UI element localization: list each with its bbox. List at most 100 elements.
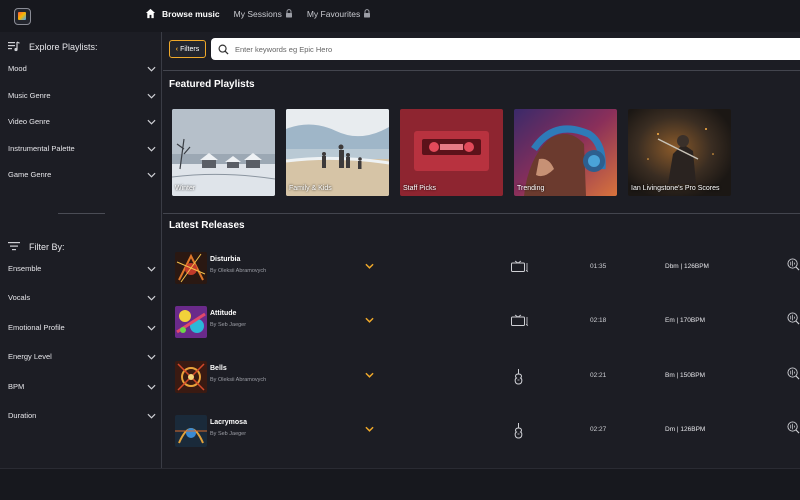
- playlist-card-ian-livingstone[interactable]: Ian Livingstone's Pro Scores: [628, 109, 731, 196]
- track-title[interactable]: Lacrymosa: [210, 419, 247, 426]
- sidebar-item-label: Mood: [8, 64, 27, 73]
- sidebar-item-video-genre[interactable]: Video Genre: [8, 117, 156, 126]
- search-icon: [218, 44, 229, 55]
- filter-icon: [8, 242, 20, 251]
- winter-artwork: [172, 109, 275, 196]
- violin-icon: [514, 369, 523, 385]
- chevron-down-icon: [147, 384, 156, 390]
- track-row[interactable]: Attitude By Seb Jaeger 02:18 Em | 170BPM: [175, 305, 800, 341]
- track-artist[interactable]: By Oleksii Abramovych: [210, 268, 266, 274]
- track-duration: 01:35: [590, 263, 607, 270]
- track-duration: 02:18: [590, 317, 607, 324]
- filters-button[interactable]: ‹ Filters: [169, 40, 206, 58]
- chevron-down-icon: [147, 146, 156, 152]
- chevron-down-icon[interactable]: [365, 372, 374, 378]
- filter-item-label: Energy Level: [8, 352, 52, 361]
- home-icon: [145, 8, 156, 19]
- fantasy-warrior-artwork: [628, 109, 731, 196]
- track-key-bpm: Bm | 150BPM: [665, 372, 705, 379]
- sidebar: Explore Playlists: Mood Music Genre Vide…: [0, 32, 162, 468]
- explore-playlists-heading: Explore Playlists:: [8, 41, 98, 52]
- playlist-card-label: Family & Kids: [289, 185, 332, 192]
- track-title[interactable]: Attitude: [210, 310, 236, 317]
- filter-item-duration[interactable]: Duration: [8, 411, 156, 420]
- playlist-card-label: Winter: [175, 185, 196, 192]
- lock-icon: [364, 9, 371, 18]
- track-artwork: [175, 415, 207, 447]
- track-title[interactable]: Disturbia: [210, 256, 240, 263]
- playlist-card-label: Ian Livingstone's Pro Scores: [631, 185, 720, 192]
- playlist-card-trending[interactable]: Trending: [514, 109, 617, 196]
- chevron-down-icon: [147, 66, 156, 72]
- chevron-down-icon: [147, 295, 156, 301]
- explore-playlists-title: Explore Playlists:: [29, 41, 98, 52]
- filter-item-bpm[interactable]: BPM: [8, 382, 156, 391]
- sidebar-divider: [58, 213, 105, 214]
- nav-browse-music[interactable]: Browse music: [145, 8, 220, 19]
- track-artwork: [175, 252, 207, 284]
- sidebar-item-instrumental-palette[interactable]: Instrumental Palette: [8, 144, 156, 153]
- track-artwork: [175, 306, 207, 338]
- headphones-artwork: [514, 109, 617, 196]
- track-artist[interactable]: By Seb Jaeger: [210, 322, 246, 328]
- playlist-icon: [8, 41, 20, 52]
- nav-browse-music-label: Browse music: [162, 8, 220, 19]
- chevron-down-icon[interactable]: [365, 426, 374, 432]
- similar-search-icon[interactable]: [787, 312, 800, 325]
- playlist-card-staff-picks[interactable]: Staff Picks: [400, 109, 503, 196]
- chevron-down-icon[interactable]: [365, 317, 374, 323]
- playlist-card-family-kids[interactable]: Family & Kids: [286, 109, 389, 196]
- sidebar-item-game-genre[interactable]: Game Genre: [8, 170, 156, 179]
- playlist-card-winter[interactable]: Winter: [172, 109, 275, 196]
- track-artist[interactable]: By Seb Jaeger: [210, 431, 246, 437]
- bottom-bar: [0, 468, 800, 500]
- filter-by-heading: Filter By:: [8, 241, 65, 252]
- filter-by-title: Filter By:: [29, 241, 65, 252]
- cassette-artwork: [400, 109, 503, 196]
- tv-icon: [511, 260, 529, 272]
- track-row[interactable]: Disturbia By Oleksii Abramovych 01:35 Db…: [175, 251, 800, 287]
- filter-item-ensemble[interactable]: Ensemble: [8, 264, 156, 273]
- track-artist[interactable]: By Oleksii Abramovych: [210, 377, 266, 383]
- sidebar-item-label: Video Genre: [8, 117, 50, 126]
- track-row[interactable]: Lacrymosa By Seb Jaeger 02:27 Dm | 126BP…: [175, 414, 800, 450]
- nav-my-sessions[interactable]: My Sessions: [234, 9, 293, 19]
- chevron-down-icon: [147, 93, 156, 99]
- filter-item-label: Emotional Profile: [8, 323, 65, 332]
- sidebar-item-music-genre[interactable]: Music Genre: [8, 91, 156, 100]
- chevron-down-icon: [147, 119, 156, 125]
- sidebar-item-mood[interactable]: Mood: [8, 64, 156, 73]
- filters-button-label: Filters: [180, 45, 200, 53]
- sidebar-item-label: Game Genre: [8, 170, 52, 179]
- chevron-down-icon: [147, 172, 156, 178]
- track-row[interactable]: Bells By Oleksii Abramovych 02:21 Bm | 1…: [175, 360, 800, 396]
- playlist-card-label: Staff Picks: [403, 185, 436, 192]
- sidebar-item-label: Instrumental Palette: [8, 144, 75, 153]
- filter-item-label: BPM: [8, 382, 25, 391]
- playlist-card-label: Trending: [517, 185, 545, 192]
- nav-my-sessions-label: My Sessions: [233, 8, 282, 19]
- track-title[interactable]: Bells: [210, 365, 227, 372]
- filter-item-vocals[interactable]: Vocals: [8, 293, 156, 302]
- filter-item-emotional-profile[interactable]: Emotional Profile: [8, 323, 156, 332]
- track-key-bpm: Em | 170BPM: [665, 317, 705, 324]
- search-input[interactable]: [235, 44, 775, 54]
- lock-icon: [285, 9, 292, 18]
- sidebar-item-label: Music Genre: [8, 91, 51, 100]
- nav-my-favourites[interactable]: My Favourites: [307, 9, 371, 19]
- track-duration: 02:27: [590, 426, 607, 433]
- chevron-down-icon[interactable]: [365, 263, 374, 269]
- filter-item-energy-level[interactable]: Energy Level: [8, 352, 156, 361]
- app-logo[interactable]: [14, 8, 31, 25]
- similar-search-icon[interactable]: [787, 367, 800, 380]
- divider: [163, 213, 800, 214]
- track-duration: 02:21: [590, 372, 607, 379]
- track-artwork: [175, 361, 207, 393]
- chevron-down-icon: [147, 266, 156, 272]
- similar-search-icon[interactable]: [787, 421, 800, 434]
- top-navigation: Browse music My Sessions My Favourites: [145, 8, 385, 19]
- divider: [163, 70, 800, 71]
- similar-search-icon[interactable]: [787, 258, 800, 271]
- chevron-down-icon: [147, 413, 156, 419]
- track-key-bpm: Dbm | 126BPM: [665, 263, 709, 270]
